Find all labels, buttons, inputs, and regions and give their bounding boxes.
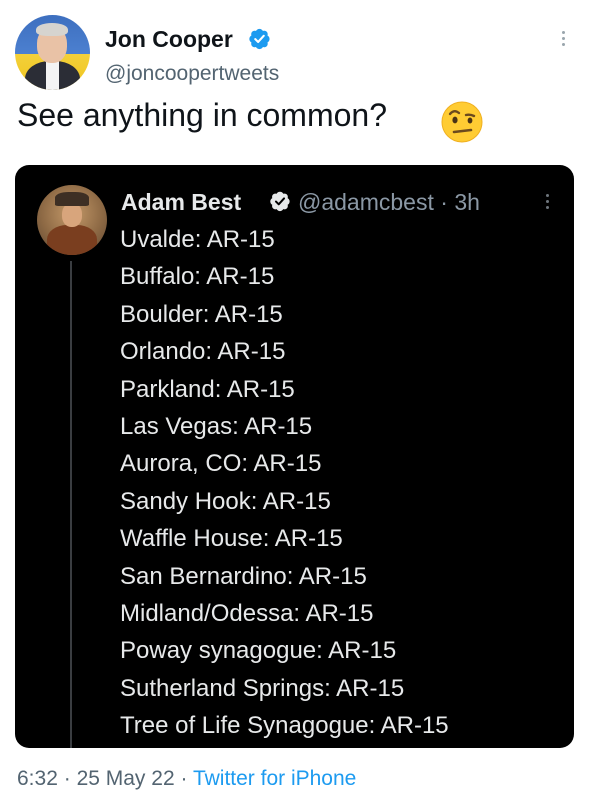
verified-badge-icon — [249, 28, 270, 50]
tweet: Jon Cooper @joncoopertweets See anything… — [0, 0, 591, 800]
quoted-more-options-icon[interactable] — [540, 191, 554, 217]
tweet-time[interactable]: 6:32 — [17, 767, 58, 790]
quoted-text-line: Aurora, CO: AR-15 — [120, 450, 322, 478]
quoted-text-line: Uvalde: AR-15 — [120, 226, 275, 253]
quoted-verified-badge-icon — [270, 191, 290, 212]
tweet-meta: 6:32 · 25 May 22 · Twitter for iPhone — [17, 767, 356, 791]
quoted-tweet-card[interactable]: Adam Best @adamcbest · 3h Uvalde: AR-15 … — [15, 165, 574, 748]
author-avatar[interactable] — [15, 15, 90, 90]
face-with-raised-eyebrow-icon — [441, 101, 483, 143]
quoted-tweet-text: Uvalde: AR-15 Buffalo: AR-15 Boulder: AR… — [120, 221, 449, 745]
author-handle[interactable]: @joncoopertweets — [105, 62, 279, 86]
quoted-tweet-time[interactable]: 3h — [454, 189, 480, 215]
more-options-icon[interactable] — [556, 28, 570, 54]
quoted-text-line: Waffle House: AR-15 — [120, 525, 343, 553]
quoted-text-line: Sandy Hook: AR-15 — [120, 487, 331, 515]
meta-separator: · — [180, 767, 188, 790]
quoted-author-display-name[interactable]: Adam Best — [121, 189, 241, 216]
quoted-author-avatar[interactable] — [37, 185, 107, 255]
quoted-text-line: Orlando: AR-15 — [120, 338, 286, 366]
quoted-text-line: Sutherland Springs: AR-15 — [120, 674, 405, 702]
meta-separator: · — [63, 767, 71, 790]
quoted-author-handle[interactable]: @adamcbest — [298, 189, 434, 215]
tweet-date[interactable]: 25 May 22 — [77, 767, 175, 790]
meta-separator: · — [440, 189, 448, 215]
author-display-name[interactable]: Jon Cooper — [105, 26, 233, 53]
quoted-text-line: San Bernardino: AR-15 — [120, 562, 367, 590]
tweet-source-link[interactable]: Twitter for iPhone — [193, 767, 356, 790]
thread-line — [70, 261, 72, 748]
quoted-text-line: Tree of Life Synagogue: AR-15 — [120, 712, 449, 740]
quoted-text-line: Poway synagogue: AR-15 — [120, 637, 397, 665]
quoted-text-line: Las Vegas: AR-15 — [120, 413, 313, 441]
quoted-text-line: Boulder: AR-15 — [120, 300, 283, 328]
quoted-author-meta: @adamcbest · 3h — [298, 189, 480, 216]
quoted-text-line: Buffalo: AR-15 — [120, 263, 275, 291]
quoted-text-line: Parkland: AR-15 — [120, 375, 295, 403]
quoted-text-line: Midland/Odessa: AR-15 — [120, 600, 374, 628]
tweet-text: See anything in common? — [17, 97, 387, 133]
